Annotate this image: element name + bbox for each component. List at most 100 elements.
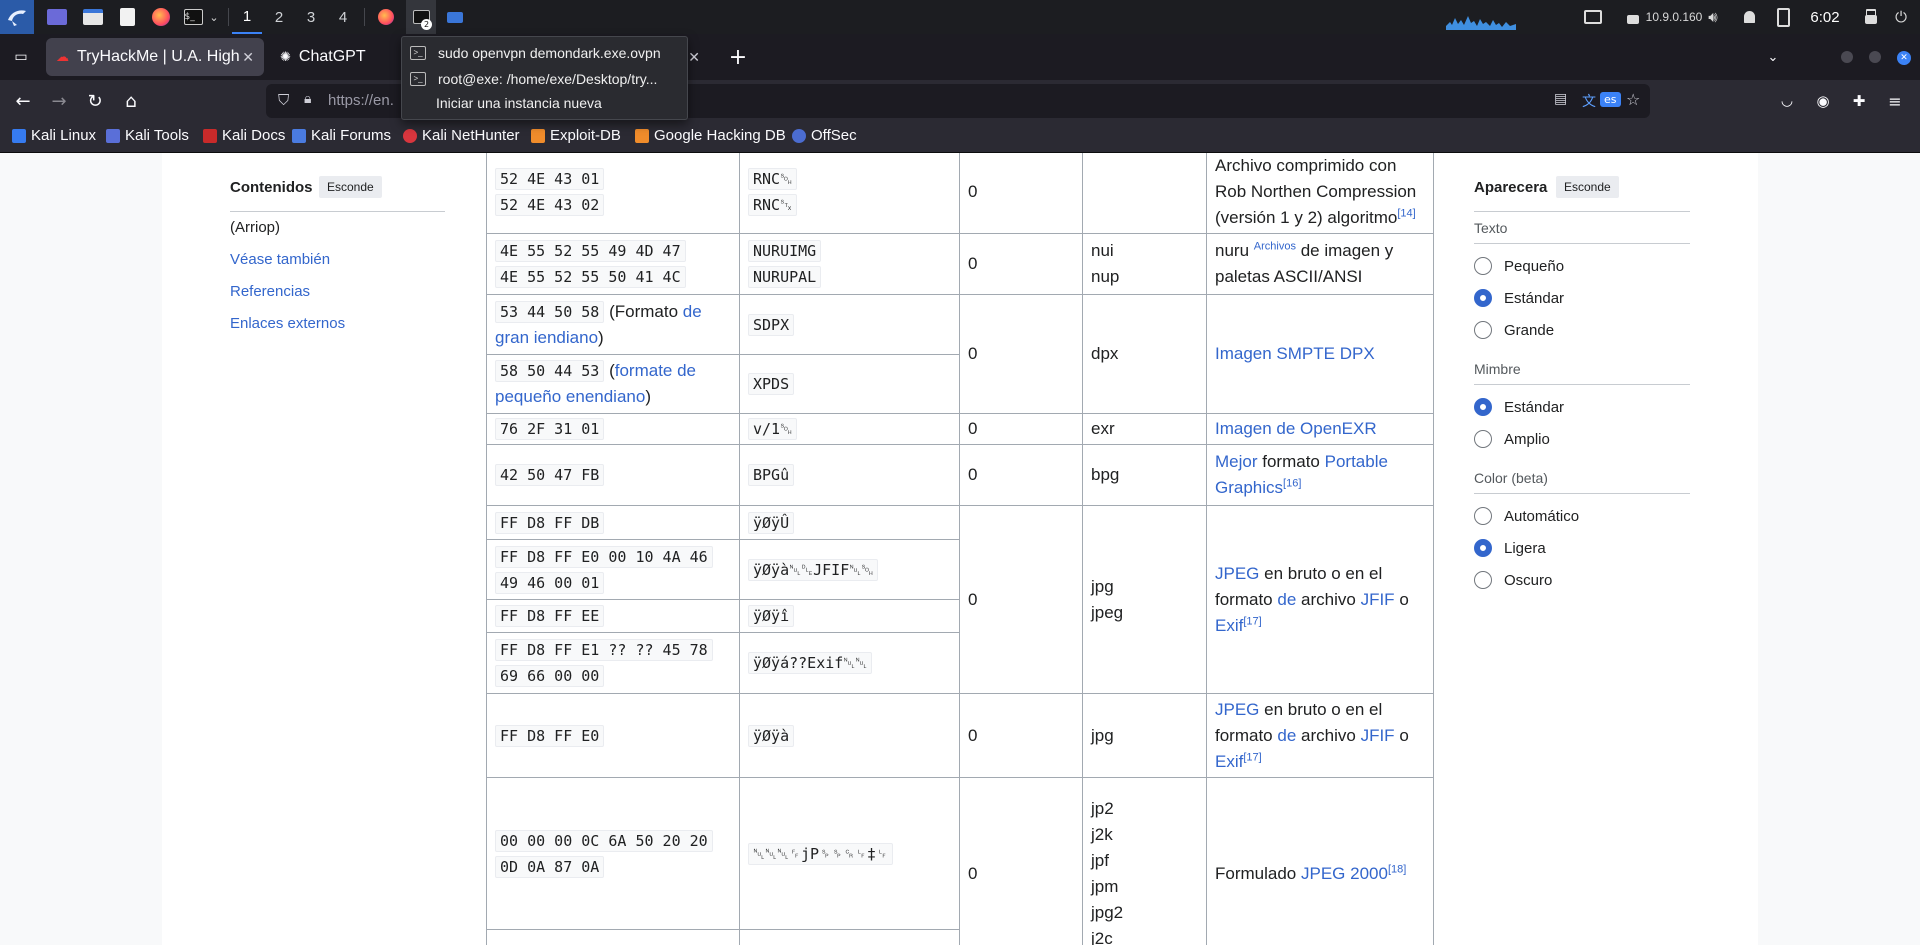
firefox-icon[interactable] [148, 0, 174, 34]
bookmark-kali-forums[interactable]: Kali Forums [292, 127, 391, 144]
vpn-lock-icon[interactable] [1622, 0, 1644, 34]
bookmark-kali-tools[interactable]: Kali Tools [106, 127, 189, 144]
close-tab-icon[interactable]: ✕ [242, 49, 254, 66]
radio-color-dark[interactable]: Oscuro [1474, 571, 1552, 589]
reference-link[interactable]: [17] [1243, 751, 1261, 763]
offset-cell: 0 [959, 413, 1083, 445]
hex-cell: FF D8 FF EE [486, 599, 740, 633]
radio-text-standard[interactable]: Estándar [1474, 289, 1564, 307]
jfif-link[interactable]: JFIF [1361, 590, 1395, 609]
text-editor-icon[interactable] [114, 0, 140, 34]
openexr-link[interactable]: Imagen de OpenEXR [1215, 419, 1377, 438]
translate-icon[interactable]: 文 [1582, 91, 1596, 111]
popup-item-openvpn[interactable]: >_ sudo openvpn demondark.exe.ovpn [410, 41, 661, 65]
jpeg-link[interactable]: JPEG [1215, 700, 1259, 719]
url-text[interactable]: https://en. [328, 92, 394, 109]
reference-link[interactable]: [14] [1397, 207, 1415, 219]
archivos-link[interactable]: Archivos [1254, 240, 1296, 252]
firefox-task-icon[interactable] [372, 0, 400, 34]
bookmark-exploit-db[interactable]: Exploit-DB [531, 127, 621, 144]
close-window-icon[interactable]: ✕ [1897, 51, 1911, 65]
appearance-hide-button[interactable]: Esconde [1556, 176, 1619, 198]
bell-icon[interactable] [1738, 0, 1760, 34]
radio-color-light[interactable]: Ligera [1474, 539, 1546, 557]
files-icon[interactable] [80, 0, 106, 34]
lock-icon[interactable]: 🔒︎ [304, 91, 311, 107]
format-note: ) [598, 327, 604, 347]
jfif-link[interactable]: JFIF [1361, 726, 1395, 745]
new-tab-icon[interactable]: + [723, 42, 753, 72]
toc-item-top[interactable]: (Arriop) [230, 219, 280, 236]
bookmark-kali-nethunter[interactable]: Kali NetHunter [403, 127, 520, 144]
workspace-2[interactable]: 2 [264, 0, 294, 34]
pocket-icon[interactable]: ◡ [1772, 86, 1802, 116]
workspace-4[interactable]: 4 [328, 0, 358, 34]
bookmark-star-icon[interactable]: ☆ [1626, 90, 1640, 109]
display-icon[interactable] [1582, 0, 1604, 34]
tab-tryhackme[interactable]: ☁ TryHackMe | U.A. High Sc ✕ [46, 38, 264, 76]
shield-icon[interactable]: ⛉ [278, 91, 289, 109]
tab-partial[interactable]: ✕ [686, 38, 710, 76]
smpte-dpx-link[interactable]: Imagen SMPTE DPX [1215, 344, 1375, 363]
radio-width-standard[interactable]: Estándar [1474, 398, 1564, 416]
forward-icon[interactable]: → [44, 86, 74, 116]
kali-menu-icon[interactable] [0, 0, 34, 34]
lock-icon[interactable] [1860, 0, 1882, 34]
reference-link[interactable]: [18] [1388, 863, 1406, 875]
toc-item-external-links[interactable]: Enlaces externos [230, 315, 345, 332]
reference-link[interactable]: [17] [1243, 615, 1261, 627]
popup-item-new-instance[interactable]: Iniciar una instancia nueva [410, 91, 602, 115]
account-icon[interactable]: ◉ [1808, 86, 1838, 116]
translate-language-badge[interactable]: es [1600, 92, 1621, 107]
jpeg-link[interactable]: JPEG [1215, 564, 1259, 583]
kali-docs-icon [203, 128, 217, 143]
workspace-3[interactable]: 3 [296, 0, 326, 34]
close-tab-icon[interactable]: ✕ [688, 49, 700, 66]
jpeg-2000-link[interactable]: JPEG 2000 [1301, 864, 1388, 883]
radio-color-auto[interactable]: Automático [1474, 507, 1579, 525]
terminal-icon[interactable]: $_ [180, 0, 206, 34]
popup-item-root-terminal[interactable]: >_ root@exe: /home/exe/Desktop/try... [410, 67, 657, 91]
format-note: ) [645, 387, 651, 406]
bookmark-kali-linux[interactable]: Kali Linux [12, 127, 96, 144]
terminal-task-icon[interactable]: 2 [406, 0, 436, 34]
reload-icon[interactable]: ↻ [80, 86, 110, 116]
desktop-icon[interactable] [44, 0, 70, 34]
back-icon[interactable]: ← [8, 86, 38, 116]
de-link[interactable]: de [1277, 726, 1296, 745]
chevron-down-icon[interactable]: ⌄ [206, 0, 222, 34]
better-link[interactable]: Mejor [1215, 452, 1258, 471]
workspace-1[interactable]: 1 [232, 0, 262, 34]
tab-chatgpt[interactable]: ✺ ChatGPT [272, 38, 400, 76]
clock[interactable]: 6:02 [1804, 0, 1846, 34]
extensions-icon[interactable]: ✚ [1844, 86, 1874, 116]
radio-label: Amplio [1504, 430, 1550, 448]
radio-width-wide[interactable]: Amplio [1474, 430, 1550, 448]
hex-cell [486, 929, 740, 945]
toc-item-references[interactable]: Referencias [230, 283, 310, 300]
radio-text-small[interactable]: Pequeño [1474, 257, 1564, 275]
list-all-tabs-icon[interactable]: ⌄ [1758, 42, 1788, 72]
radio-label: Ligera [1504, 539, 1546, 557]
table-row: 00 00 00 0C 6A 50 20 20 0D 0A 87 0A ␀␀␀␌j… [486, 777, 1434, 945]
exif-link[interactable]: Exif [1215, 752, 1243, 771]
minimize-icon[interactable] [1841, 51, 1853, 63]
volume-icon[interactable]: 🔊︎ [1702, 0, 1724, 34]
bookmark-kali-docs[interactable]: Kali Docs [203, 127, 285, 144]
reader-view-icon[interactable]: ▤ [1554, 91, 1567, 107]
bookmark-google-hacking-db[interactable]: Google Hacking DB [635, 127, 786, 144]
de-link[interactable]: de [1277, 590, 1296, 609]
folder-task-icon[interactable] [442, 0, 468, 34]
radio-text-large[interactable]: Grande [1474, 321, 1554, 339]
power-icon[interactable]: ⏻ [1890, 0, 1912, 34]
maximize-icon[interactable] [1869, 51, 1881, 63]
exif-link[interactable]: Exif [1215, 616, 1243, 635]
tab-overview-icon[interactable]: ▭ [6, 42, 36, 72]
bookmark-offsec[interactable]: OffSec [792, 127, 857, 144]
reference-link[interactable]: [16] [1283, 477, 1301, 489]
toc-item-see-also[interactable]: Véase también [230, 251, 330, 268]
toc-hide-button[interactable]: Esconde [319, 176, 382, 198]
battery-icon[interactable] [1772, 0, 1794, 34]
home-icon[interactable]: ⌂ [116, 86, 146, 116]
menu-icon[interactable]: ≡ [1880, 86, 1910, 116]
